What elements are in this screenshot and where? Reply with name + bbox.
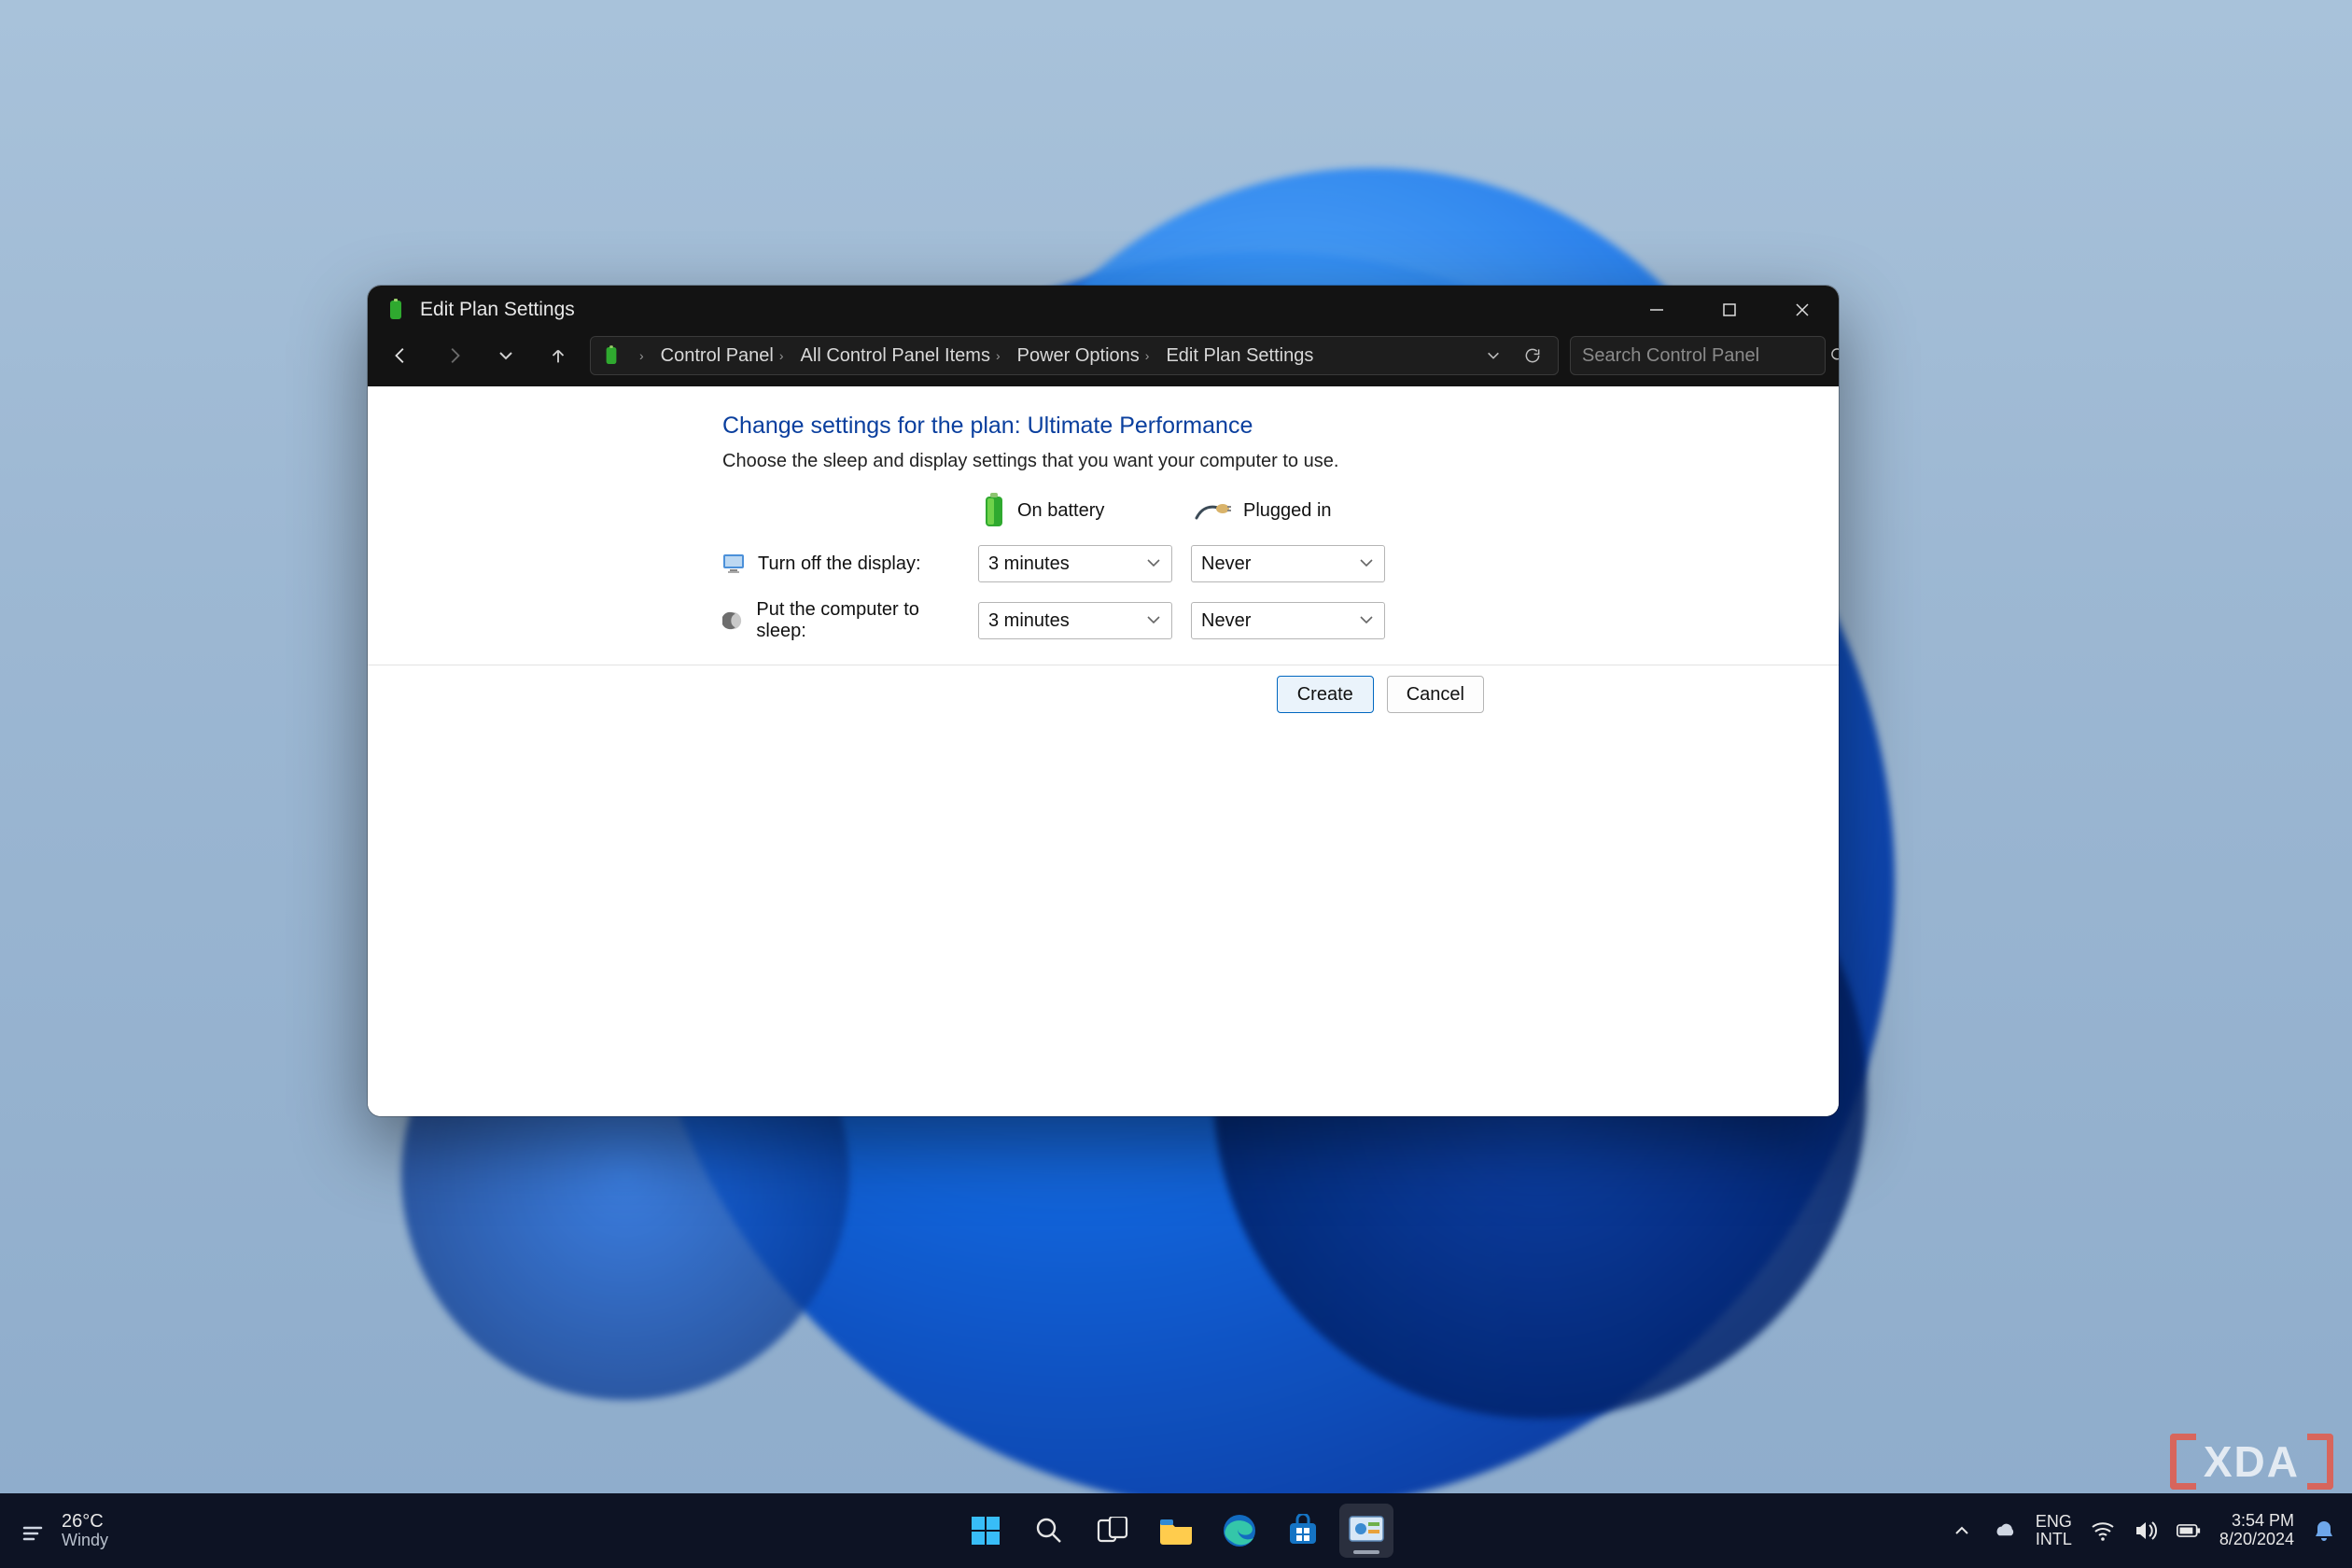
cancel-button[interactable]: Cancel xyxy=(1387,676,1484,713)
control-panel-taskbar-button[interactable] xyxy=(1339,1504,1393,1558)
window-title: Edit Plan Settings xyxy=(420,299,575,321)
sleep-battery-select[interactable]: 3 minutes xyxy=(978,602,1172,639)
taskbar-tray: ENG INTL 3:54 PM 8/20/2024 xyxy=(1950,1512,2352,1549)
column-header-battery: On battery xyxy=(978,493,1172,528)
display-off-battery-select[interactable]: 3 minutes xyxy=(978,545,1172,582)
control-panel-window: Edit Plan Settings › Cont xyxy=(368,286,1839,1116)
task-view-button[interactable] xyxy=(1085,1504,1140,1558)
breadcrumb-segment[interactable]: Control Panel› xyxy=(655,337,795,374)
search-icon xyxy=(1829,346,1839,365)
power-options-icon xyxy=(600,344,623,367)
weather-desc: Windy xyxy=(62,1532,108,1550)
search-box[interactable] xyxy=(1570,336,1826,375)
refresh-button[interactable] xyxy=(1513,336,1552,375)
minimize-button[interactable] xyxy=(1620,286,1693,334)
breadcrumb-segment[interactable]: Edit Plan Settings xyxy=(1160,337,1319,374)
search-input[interactable] xyxy=(1582,345,1829,367)
notifications-button[interactable] xyxy=(2313,1519,2335,1542)
weather-icon xyxy=(21,1520,47,1541)
maximize-button[interactable] xyxy=(1693,286,1766,334)
recent-locations-button[interactable] xyxy=(485,336,526,375)
plug-icon xyxy=(1195,499,1232,522)
xda-watermark: XDA xyxy=(2170,1434,2333,1490)
battery-icon xyxy=(982,493,1006,528)
forward-button[interactable] xyxy=(433,336,474,375)
taskbar-weather[interactable]: 26°C Windy xyxy=(0,1511,108,1550)
wifi-icon[interactable] xyxy=(2091,1519,2115,1543)
row-label-sleep: Put the computer to sleep: xyxy=(722,599,959,642)
tray-overflow-button[interactable] xyxy=(1950,1519,1974,1543)
nav-toolbar: › Control Panel› All Control Panel Items… xyxy=(368,334,1839,386)
monitor-icon xyxy=(722,553,745,575)
file-explorer-button[interactable] xyxy=(1149,1504,1203,1558)
volume-icon[interactable] xyxy=(2134,1519,2158,1543)
taskbar-center xyxy=(959,1504,1393,1558)
power-options-icon xyxy=(385,299,407,321)
page-subheading: Choose the sleep and display settings th… xyxy=(722,451,1839,472)
onedrive-icon[interactable] xyxy=(1993,1519,2017,1543)
language-indicator[interactable]: ENG INTL xyxy=(2036,1513,2072,1548)
content-area: Change settings for the plan: Ultimate P… xyxy=(368,386,1839,1116)
sleep-plugged-select[interactable]: Never xyxy=(1191,602,1385,639)
create-button[interactable]: Create xyxy=(1277,676,1374,713)
taskbar-search[interactable] xyxy=(1022,1504,1076,1558)
breadcrumb-segment[interactable]: Power Options› xyxy=(1012,337,1161,374)
battery-tray-icon[interactable] xyxy=(2177,1519,2201,1543)
taskbar: 26°C Windy xyxy=(0,1493,2352,1568)
taskbar-clock[interactable]: 3:54 PM 8/20/2024 xyxy=(2219,1512,2294,1549)
titlebar[interactable]: Edit Plan Settings xyxy=(368,286,1839,334)
display-off-plugged-select[interactable]: Never xyxy=(1191,545,1385,582)
back-button[interactable] xyxy=(381,336,422,375)
address-bar[interactable]: › Control Panel› All Control Panel Items… xyxy=(590,336,1559,375)
address-dropdown-icon[interactable] xyxy=(1474,336,1513,375)
row-label-display: Turn off the display: xyxy=(722,553,959,575)
breadcrumb-segment[interactable]: All Control Panel Items› xyxy=(795,337,1012,374)
start-button[interactable] xyxy=(959,1504,1013,1558)
weather-temp: 26°C xyxy=(62,1511,108,1532)
store-button[interactable] xyxy=(1276,1504,1330,1558)
edge-button[interactable] xyxy=(1212,1504,1267,1558)
page-heading: Change settings for the plan: Ultimate P… xyxy=(722,413,1839,440)
up-button[interactable] xyxy=(538,336,579,375)
column-header-plugged: Plugged in xyxy=(1191,499,1385,522)
close-button[interactable] xyxy=(1766,286,1839,334)
moon-icon xyxy=(722,609,743,632)
